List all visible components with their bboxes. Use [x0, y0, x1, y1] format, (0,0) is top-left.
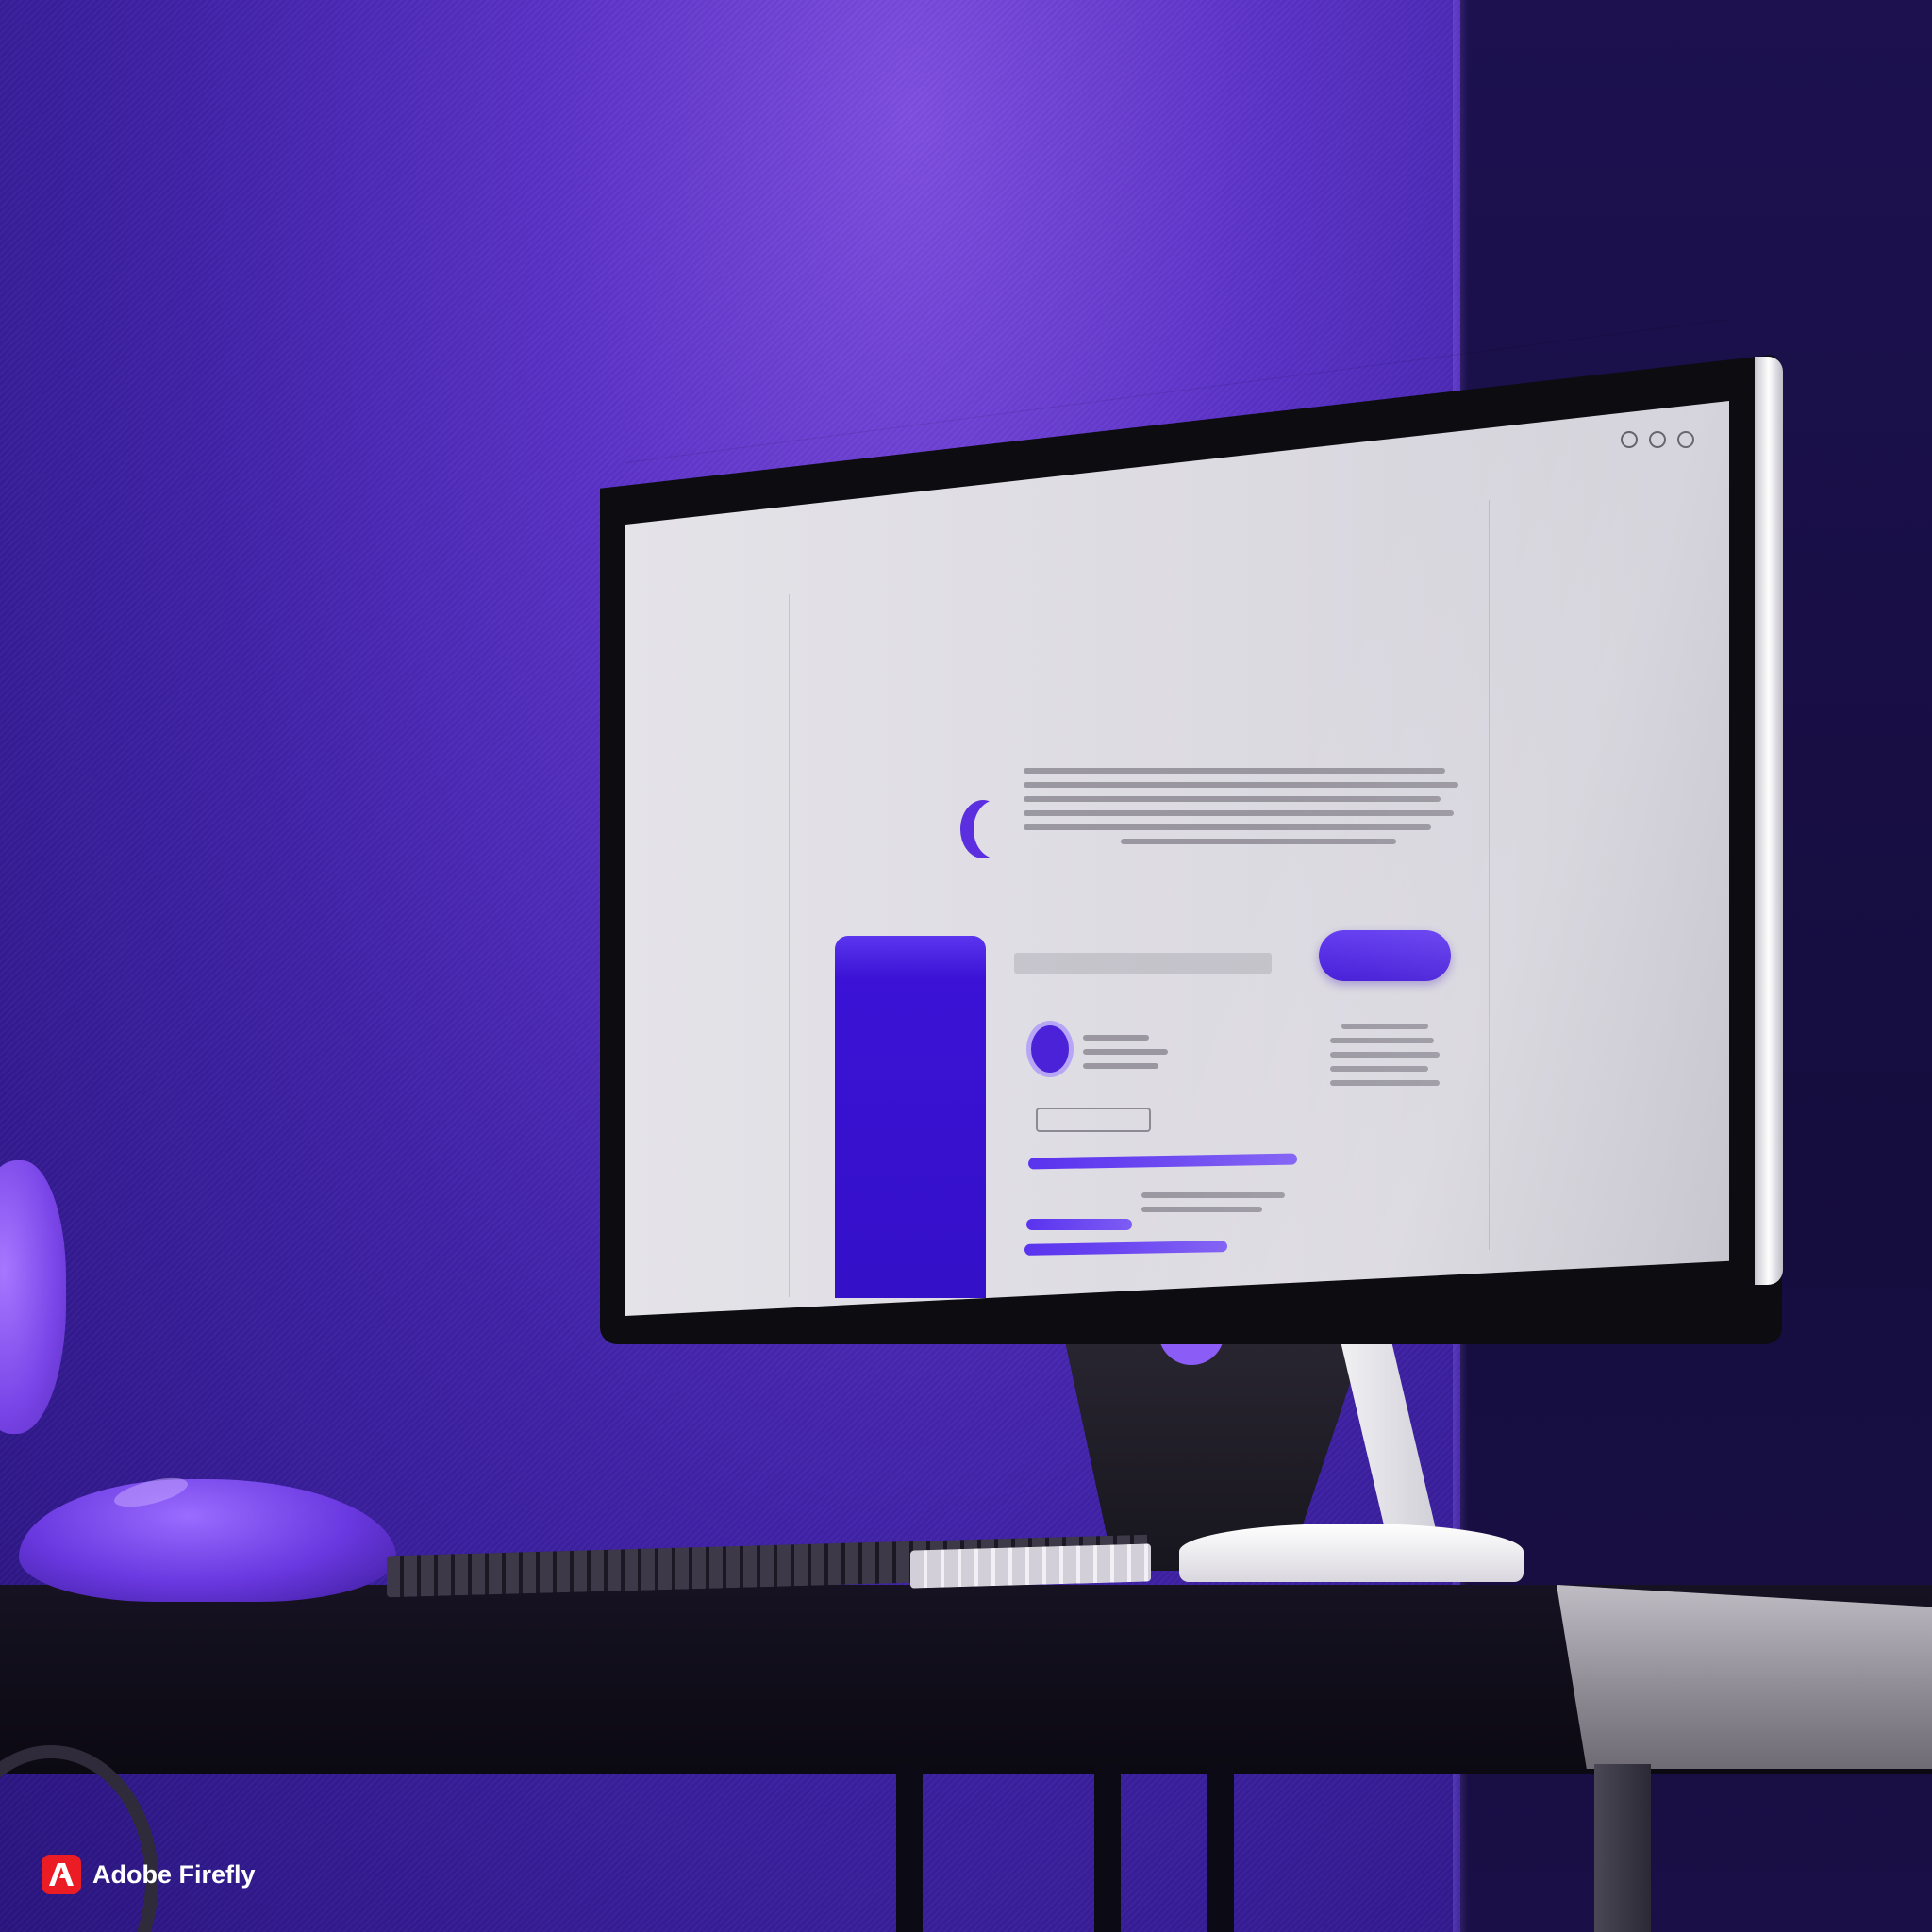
text-line	[1083, 1049, 1168, 1055]
stat-text	[1141, 1184, 1292, 1221]
monitor-screen	[625, 401, 1729, 1316]
photo-scene: Adobe Firefly	[0, 0, 1932, 1932]
text-line	[1330, 1052, 1440, 1058]
header-icon[interactable]	[1677, 431, 1694, 448]
text-line	[1121, 839, 1396, 844]
text-line	[1330, 1080, 1440, 1086]
desk-leg	[896, 1764, 923, 1932]
desk-leg	[1094, 1764, 1121, 1932]
header-icon[interactable]	[1621, 431, 1638, 448]
profile-text	[1083, 1026, 1177, 1077]
text-line	[1330, 1066, 1429, 1072]
text-line	[1330, 1038, 1435, 1043]
text-line	[1083, 1063, 1158, 1069]
screen-column-divider	[789, 594, 790, 1297]
adobe-firefly-watermark: Adobe Firefly	[42, 1855, 256, 1894]
header-icon-group	[1621, 431, 1694, 448]
cta-button[interactable]	[1319, 930, 1451, 981]
text-line	[1024, 796, 1441, 802]
progress-bar	[1026, 1219, 1132, 1230]
hero-paragraph	[1024, 759, 1467, 853]
text-line	[1024, 782, 1458, 788]
monitor-stand-base	[1179, 1524, 1524, 1582]
text-line	[1083, 1035, 1149, 1041]
text-line	[1141, 1207, 1262, 1212]
text-line	[1024, 824, 1432, 830]
text-line	[1141, 1192, 1285, 1198]
monitor-rim	[1755, 357, 1783, 1285]
text-line	[1341, 1024, 1429, 1029]
watermark-text: Adobe Firefly	[92, 1859, 256, 1889]
header-icon[interactable]	[1649, 431, 1666, 448]
promo-sidecard[interactable]	[835, 936, 986, 1298]
crescent-logo-icon	[974, 800, 1019, 858]
desk-leg	[1594, 1764, 1651, 1932]
avatar-icon	[1026, 1021, 1074, 1077]
side-text	[1330, 1015, 1440, 1094]
adobe-logo-icon	[42, 1855, 81, 1894]
screen-column-divider	[1489, 500, 1490, 1250]
filter-pill[interactable]	[1036, 1108, 1151, 1132]
search-bar[interactable]	[1014, 953, 1272, 974]
desk-leg	[1208, 1764, 1234, 1932]
text-line	[1024, 810, 1454, 816]
text-line	[1024, 768, 1445, 774]
keyboard-light-section	[910, 1543, 1151, 1589]
desk-edge	[1557, 1585, 1932, 1769]
